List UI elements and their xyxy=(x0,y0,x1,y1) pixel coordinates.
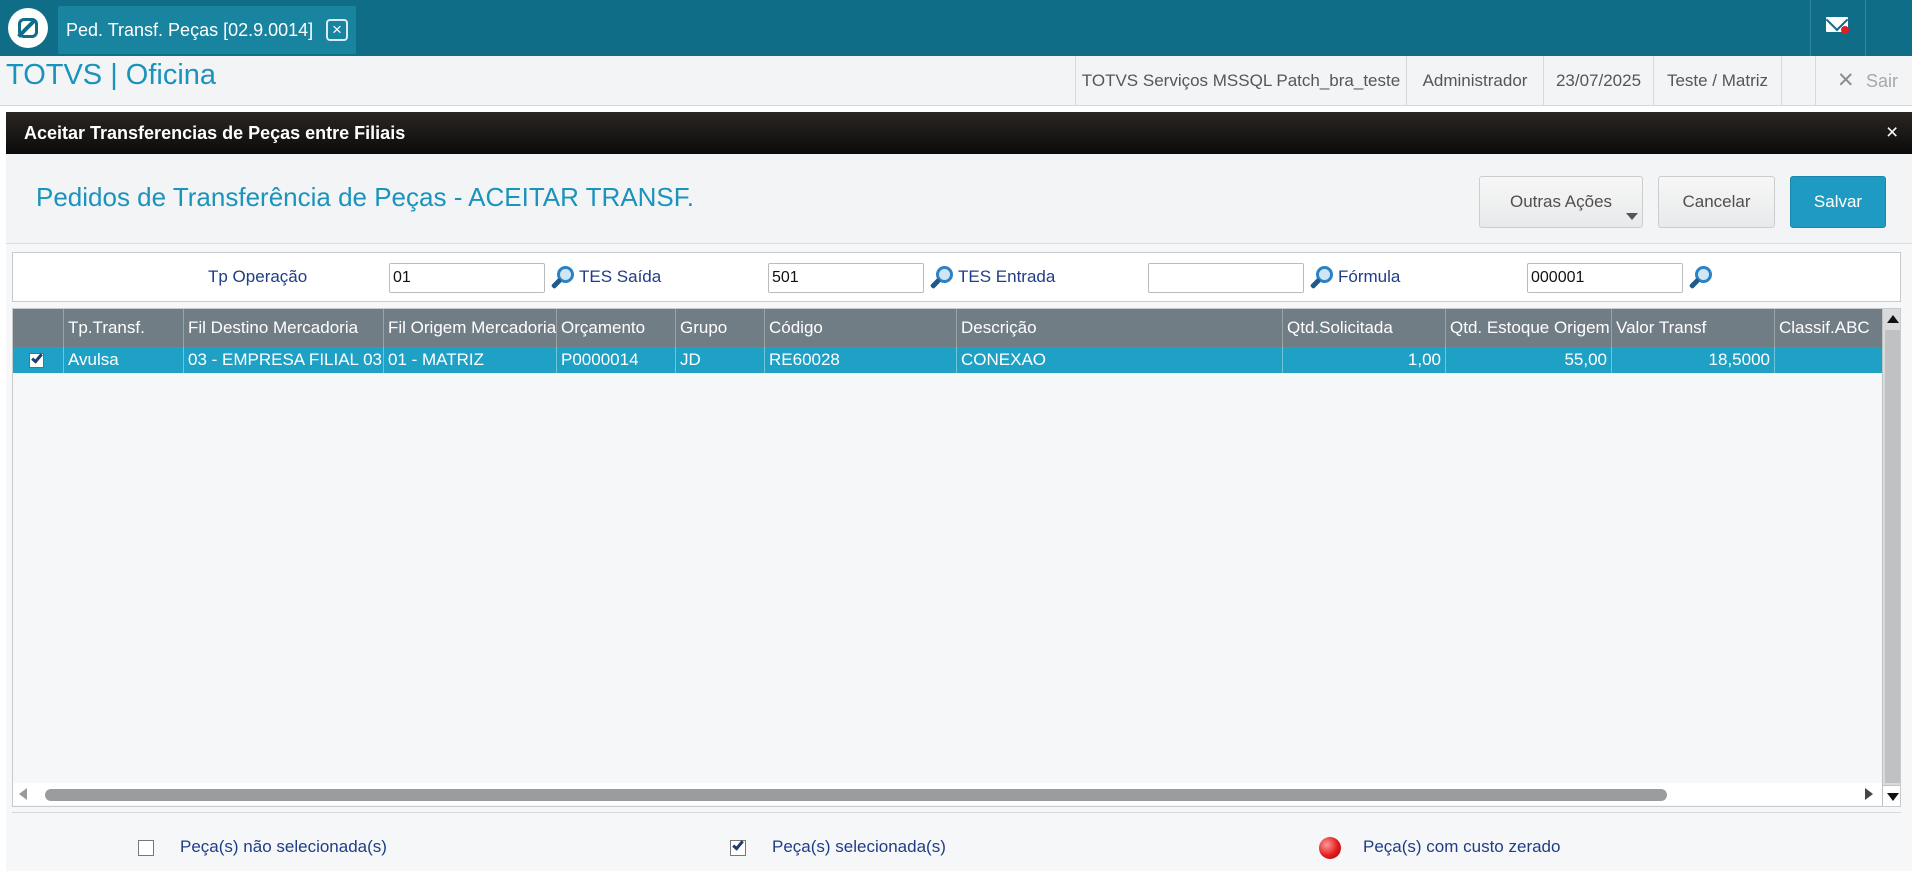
save-label: Salvar xyxy=(1813,192,1863,211)
search-icon[interactable] xyxy=(1688,266,1714,291)
checkbox-checked-icon[interactable] xyxy=(29,351,44,368)
column-header[interactable]: Fil Origem Mercadoria xyxy=(383,309,556,347)
column-header[interactable]: Fil Destino Mercadoria xyxy=(183,309,383,347)
scroll-right-icon[interactable] xyxy=(1865,788,1873,800)
page-title: Pedidos de Transferência de Peças - ACEI… xyxy=(36,182,694,212)
search-icon[interactable] xyxy=(550,266,576,291)
op-type-input[interactable] xyxy=(389,263,545,293)
app-header: TOTVS | Oficina TOTVS Serviços MSSQL Pat… xyxy=(0,56,1912,106)
column-header[interactable]: Qtd.Solicitada xyxy=(1282,309,1445,347)
column-header[interactable]: Qtd. Estoque Origem xyxy=(1445,309,1611,347)
column-header[interactable]: Código xyxy=(764,309,956,347)
page-header: Pedidos de Transferência de Peças - ACEI… xyxy=(6,154,1912,244)
tes-out-input[interactable] xyxy=(768,263,924,293)
vertical-scrollbar[interactable] xyxy=(1882,309,1900,806)
notification-dot xyxy=(1841,26,1849,34)
cell-description[interactable]: CONEXAO xyxy=(956,347,1282,373)
checked-box-icon xyxy=(730,838,746,856)
vertical-scroll-thumb[interactable] xyxy=(1885,330,1900,783)
user-info: Administrador xyxy=(1406,56,1543,106)
scroll-up-icon[interactable] xyxy=(1887,315,1899,323)
row-checkbox-cell[interactable] xyxy=(13,347,63,373)
transfer-grid: Tp.Transf. Fil Destino Mercadoria Fil Or… xyxy=(12,308,1901,807)
dialog-titlebar: Aceitar Transferencias de Peças entre Fi… xyxy=(6,112,1912,154)
search-icon[interactable] xyxy=(1309,266,1335,291)
legend-not-selected: Peça(s) não selecionada(s) xyxy=(180,837,387,856)
search-icon[interactable] xyxy=(929,266,955,291)
column-header[interactable]: Orçamento xyxy=(556,309,675,347)
table-row[interactable]: Avulsa 03 - EMPRESA FILIAL 03 01 - MATRI… xyxy=(13,347,1882,373)
legend: Peça(s) não selecionada(s) Peça(s) selec… xyxy=(12,812,1901,871)
formula-label: Fórmula xyxy=(1338,267,1401,286)
cell-qty-requested[interactable]: 1,00 xyxy=(1282,347,1445,373)
app-title: TOTVS | Oficina xyxy=(6,59,217,91)
cell-qty-origin-stock[interactable]: 55,00 xyxy=(1445,347,1611,373)
legend-zero-cost: Peça(s) com custo zerado xyxy=(1363,837,1561,856)
filter-bar: Tp Operação TES Saída TES Entrada Fórmul… xyxy=(12,252,1901,302)
tes-out-label: TES Saída xyxy=(579,267,662,286)
cancel-button[interactable]: Cancelar xyxy=(1658,176,1775,228)
column-header[interactable]: Grupo xyxy=(675,309,764,347)
close-icon: ✕ xyxy=(1837,69,1855,92)
save-button[interactable]: Salvar xyxy=(1790,176,1886,228)
column-header[interactable]: Classif.ABC xyxy=(1774,309,1882,347)
cell-destination-branch[interactable]: 03 - EMPRESA FILIAL 03 xyxy=(183,347,383,373)
cancel-label: Cancelar xyxy=(1682,192,1751,211)
environment-info: TOTVS Serviços MSSQL Patch_bra_teste xyxy=(1075,56,1406,106)
cell-transfer-value[interactable]: 18,5000 xyxy=(1611,347,1774,373)
date-info: 23/07/2025 xyxy=(1543,56,1653,106)
cell-group[interactable]: JD xyxy=(675,347,764,373)
select-column-header[interactable] xyxy=(13,309,63,347)
cell-transfer-type[interactable]: Avulsa xyxy=(63,347,183,373)
formula-input[interactable] xyxy=(1527,263,1683,293)
branch-info: Teste / Matriz xyxy=(1653,56,1782,106)
accept-transfer-dialog: Aceitar Transferencias de Peças entre Fi… xyxy=(6,112,1912,871)
other-actions-button[interactable]: Outras Ações xyxy=(1479,176,1643,228)
scroll-down-icon[interactable] xyxy=(1887,793,1899,801)
exit-button[interactable]: ✕ Sair xyxy=(1815,56,1912,106)
legend-selected: Peça(s) selecionada(s) xyxy=(772,837,946,856)
column-header[interactable]: Descrição xyxy=(956,309,1282,347)
totvs-logo-icon[interactable] xyxy=(8,8,48,48)
unchecked-box-icon xyxy=(138,840,154,856)
cell-abc-class[interactable] xyxy=(1774,347,1882,373)
red-status-icon xyxy=(1319,837,1341,859)
column-header[interactable]: Tp.Transf. xyxy=(63,309,183,347)
horizontal-scrollbar[interactable] xyxy=(13,783,1882,805)
top-bar: Ped. Transf. Peças [02.9.0014] × xyxy=(0,0,1912,56)
cell-origin-branch[interactable]: 01 - MATRIZ xyxy=(383,347,556,373)
dialog-title: Aceitar Transferencias de Peças entre Fi… xyxy=(24,123,406,143)
op-type-label: Tp Operação xyxy=(208,267,308,286)
other-actions-label: Outras Ações xyxy=(1509,192,1613,211)
horizontal-scroll-thumb[interactable] xyxy=(45,789,1667,801)
chevron-down-icon xyxy=(1626,213,1638,220)
exit-label: Sair xyxy=(1866,71,1899,91)
grid-header: Tp.Transf. Fil Destino Mercadoria Fil Or… xyxy=(13,309,1882,347)
tab-title: Ped. Transf. Peças [02.9.0014] xyxy=(66,20,314,40)
tab-ped-transf-pecas[interactable]: Ped. Transf. Peças [02.9.0014] × xyxy=(58,6,356,54)
messages-button[interactable] xyxy=(1810,0,1866,56)
cell-code[interactable]: RE60028 xyxy=(764,347,956,373)
tab-close-icon[interactable]: × xyxy=(326,19,348,41)
scroll-left-icon[interactable] xyxy=(19,788,27,800)
dialog-close-icon[interactable]: × xyxy=(1886,121,1898,145)
tes-in-label: TES Entrada xyxy=(958,267,1056,286)
cell-budget[interactable]: P0000014 xyxy=(556,347,675,373)
column-header[interactable]: Valor Transf xyxy=(1611,309,1774,347)
tes-in-input[interactable] xyxy=(1148,263,1304,293)
